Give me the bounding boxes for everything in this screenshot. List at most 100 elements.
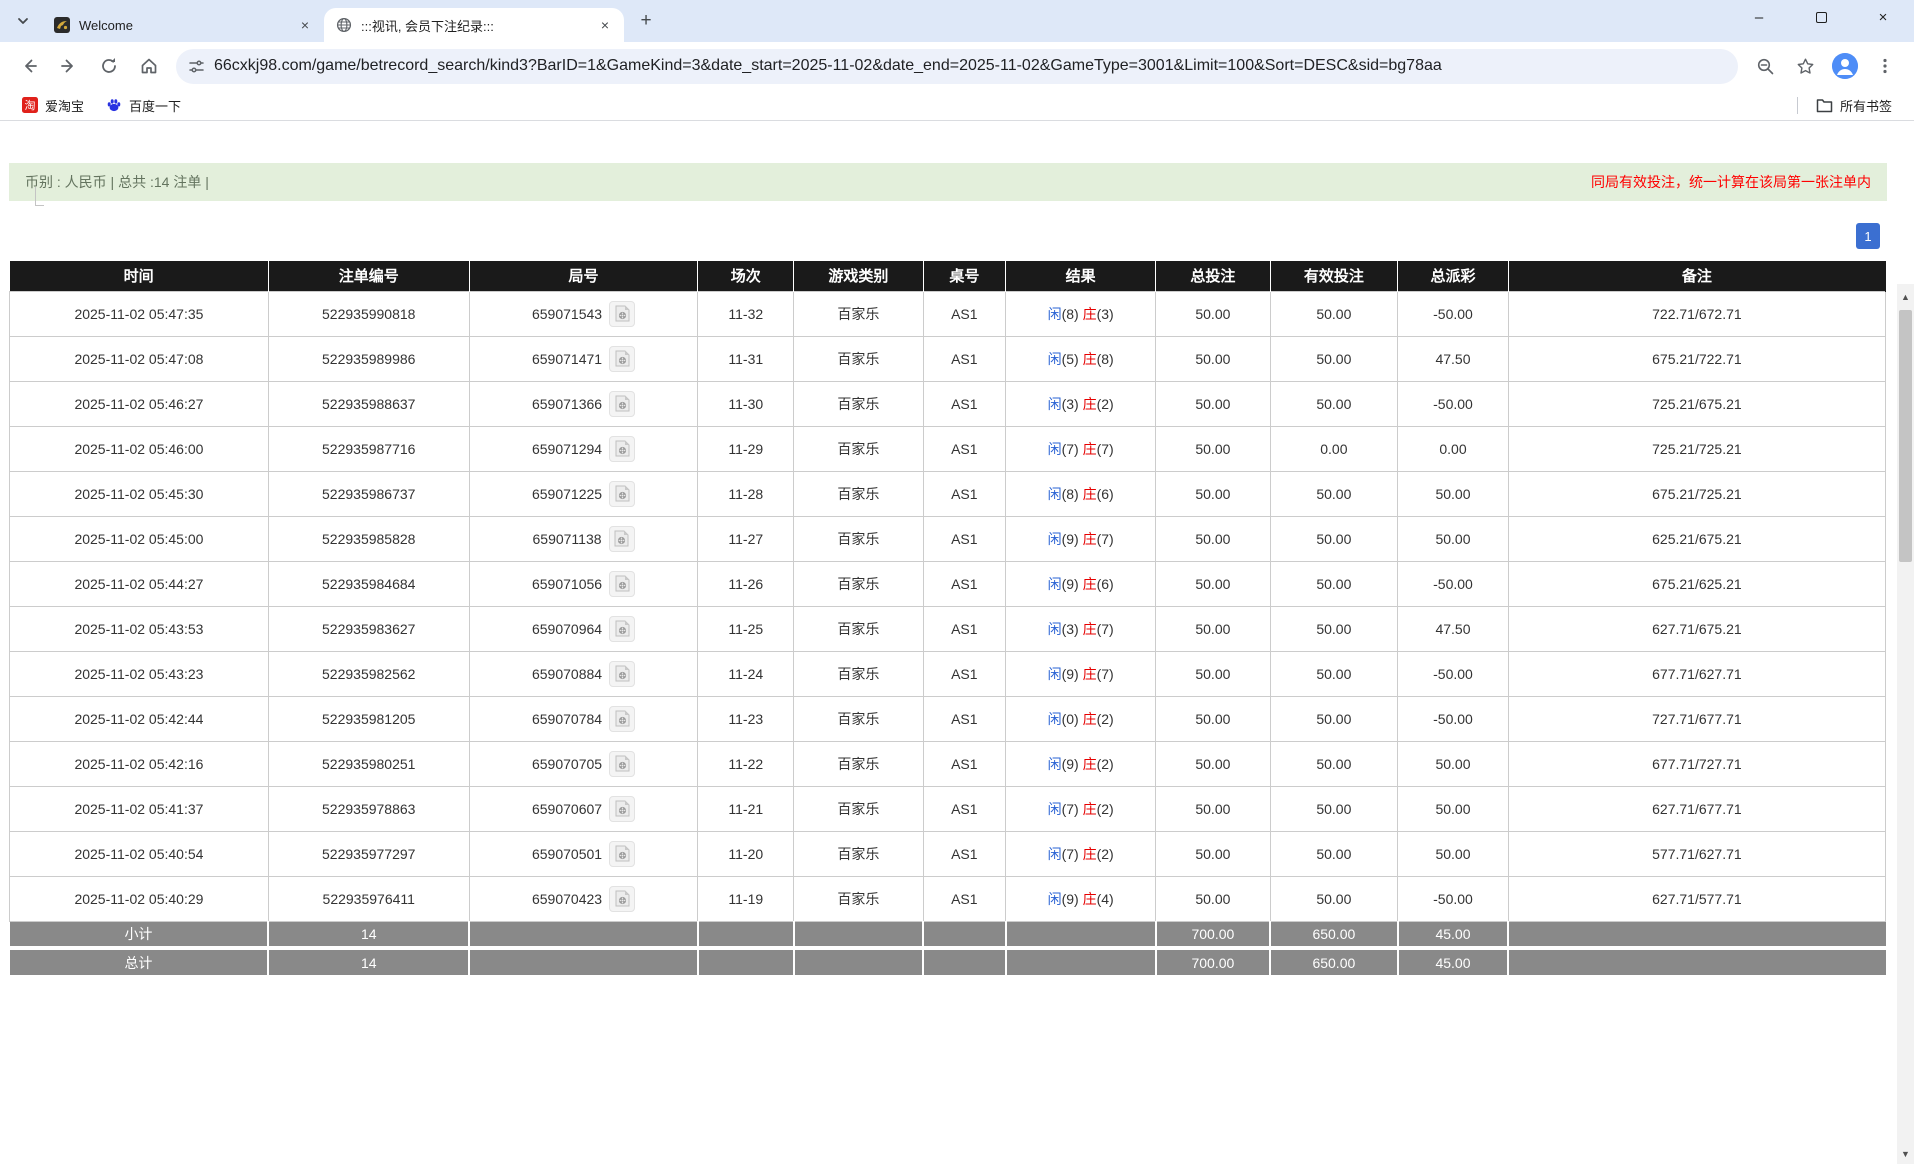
cell-total-bet[interactable]: 50.00 [1156, 471, 1270, 516]
cell-total-bet[interactable]: 50.00 [1156, 516, 1270, 561]
tab-welcome[interactable]: Welcome × [42, 8, 324, 42]
cell-result: 闲(7) 庄(2) [1006, 786, 1156, 831]
cell-game-type: 百家乐 [794, 831, 923, 876]
all-bookmarks-button[interactable]: 所有书签 [1808, 93, 1900, 118]
cell-result: 闲(9) 庄(4) [1006, 876, 1156, 921]
cell-time: 2025-11-02 05:41:37 [10, 786, 269, 831]
video-replay-button[interactable] [609, 391, 635, 417]
scroll-down-arrow-icon[interactable]: ▼ [1897, 1145, 1914, 1162]
result-banker-score: (6) [1097, 486, 1114, 502]
cell-result: 闲(8) 庄(6) [1006, 471, 1156, 516]
cell-remark: 675.21/725.21 [1508, 471, 1885, 516]
video-replay-button[interactable] [609, 616, 635, 642]
cell-time: 2025-11-02 05:43:53 [10, 606, 269, 651]
round-id-text: 659071138 [533, 531, 602, 547]
forward-button[interactable] [50, 47, 88, 85]
new-tab-button[interactable]: + [632, 7, 660, 35]
footer-total-bet: 700.00 [1156, 948, 1270, 975]
round-id-text: 659070501 [532, 846, 602, 862]
bookmark-taobao[interactable]: 淘 爱淘宝 [14, 93, 92, 118]
cell-game-type: 百家乐 [794, 471, 923, 516]
footer-empty [1006, 948, 1156, 975]
video-replay-icon [615, 485, 630, 502]
back-arrow-icon [19, 56, 39, 76]
cell-payout: 50.00 [1398, 831, 1509, 876]
tab-close-icon[interactable]: × [296, 16, 314, 34]
close-window-button[interactable]: × [1852, 0, 1914, 34]
video-replay-button[interactable] [609, 706, 635, 732]
page-number-button[interactable]: 1 [1856, 223, 1880, 249]
cell-total-bet[interactable]: 50.00 [1156, 561, 1270, 606]
bookmark-button[interactable] [1786, 47, 1824, 85]
cell-total-bet[interactable]: 50.00 [1156, 786, 1270, 831]
cell-total-bet[interactable]: 50.00 [1156, 651, 1270, 696]
cell-total-bet[interactable]: 50.00 [1156, 336, 1270, 381]
cell-total-bet[interactable]: 50.00 [1156, 696, 1270, 741]
video-replay-button[interactable] [609, 301, 635, 327]
window-controls: – × [1728, 0, 1914, 34]
result-banker-score: (6) [1097, 576, 1114, 592]
home-button[interactable] [130, 47, 168, 85]
footer-label: 总计 [10, 948, 269, 975]
video-replay-button[interactable] [609, 436, 635, 462]
tab-close-icon[interactable]: × [596, 16, 614, 34]
video-replay-button[interactable] [609, 796, 635, 822]
kebab-menu-icon [1876, 57, 1894, 75]
cell-round-id: 659070964 [469, 606, 698, 651]
video-replay-button[interactable] [609, 571, 635, 597]
cell-total-bet[interactable]: 50.00 [1156, 381, 1270, 426]
result-banker-score: (7) [1097, 531, 1114, 547]
cell-total-bet[interactable]: 50.00 [1156, 876, 1270, 921]
video-replay-button[interactable] [609, 481, 635, 507]
cell-table-id: AS1 [923, 516, 1006, 561]
bookmark-baidu[interactable]: 百度一下 [98, 93, 189, 118]
bet-row: 2025-11-02 05:44:27522935984684659071056… [10, 561, 1886, 606]
result-player-label: 闲 [1048, 756, 1062, 772]
site-info-button[interactable] [182, 52, 210, 80]
cell-table-id: AS1 [923, 741, 1006, 786]
result-player-label: 闲 [1048, 486, 1062, 502]
cell-result: 闲(9) 庄(7) [1006, 516, 1156, 561]
menu-button[interactable] [1866, 47, 1904, 85]
video-replay-button[interactable] [609, 886, 635, 912]
reload-button[interactable] [90, 47, 128, 85]
zoom-button[interactable] [1746, 47, 1784, 85]
bet-row: 2025-11-02 05:45:00522935985828659071138… [10, 516, 1886, 561]
scroll-up-arrow-icon[interactable]: ▲ [1897, 288, 1914, 305]
result-banker-label: 庄 [1083, 711, 1097, 727]
vertical-scrollbar[interactable]: ▲ ▼ [1897, 284, 1914, 1164]
minimize-button[interactable]: – [1728, 0, 1790, 34]
cell-total-bet[interactable]: 50.00 [1156, 606, 1270, 651]
cell-round-id: 659070423 [469, 876, 698, 921]
cell-total-bet[interactable]: 50.00 [1156, 426, 1270, 471]
cell-total-bet[interactable]: 50.00 [1156, 831, 1270, 876]
video-replay-button[interactable] [609, 526, 635, 552]
cell-bet-id: 522935987716 [268, 426, 469, 471]
tab-bet-records[interactable]: :::视讯, 会员下注纪录::: × [324, 8, 624, 42]
back-button[interactable] [10, 47, 48, 85]
video-replay-button[interactable] [609, 346, 635, 372]
video-replay-button[interactable] [609, 661, 635, 687]
footer-empty [1006, 921, 1156, 948]
result-banker-label: 庄 [1083, 486, 1097, 502]
url-text[interactable]: 66cxkj98.com/game/betrecord_search/kind3… [214, 57, 1732, 75]
avatar [1832, 53, 1858, 79]
result-banker-label: 庄 [1083, 666, 1097, 682]
maximize-button[interactable] [1790, 0, 1852, 34]
cell-bet-id: 522935986737 [268, 471, 469, 516]
tab-search-button[interactable] [8, 6, 38, 36]
round-id-text: 659071225 [532, 486, 602, 502]
baidu-paw-icon [106, 97, 122, 113]
url-bar[interactable]: 66cxkj98.com/game/betrecord_search/kind3… [176, 49, 1738, 84]
video-replay-button[interactable] [609, 841, 635, 867]
scrollbar-thumb[interactable] [1899, 310, 1912, 562]
video-replay-button[interactable] [609, 751, 635, 777]
cell-total-bet[interactable]: 50.00 [1156, 291, 1270, 336]
profile-button[interactable] [1826, 47, 1864, 85]
cell-total-bet[interactable]: 50.00 [1156, 741, 1270, 786]
cell-round-id: 659071471 [469, 336, 698, 381]
result-player-label: 闲 [1048, 441, 1062, 457]
currency-summary-text: 币别 : 人民币 | 总共 :14 注单 | [25, 172, 209, 192]
cell-time: 2025-11-02 05:47:08 [10, 336, 269, 381]
all-bookmarks-label: 所有书签 [1840, 96, 1892, 115]
